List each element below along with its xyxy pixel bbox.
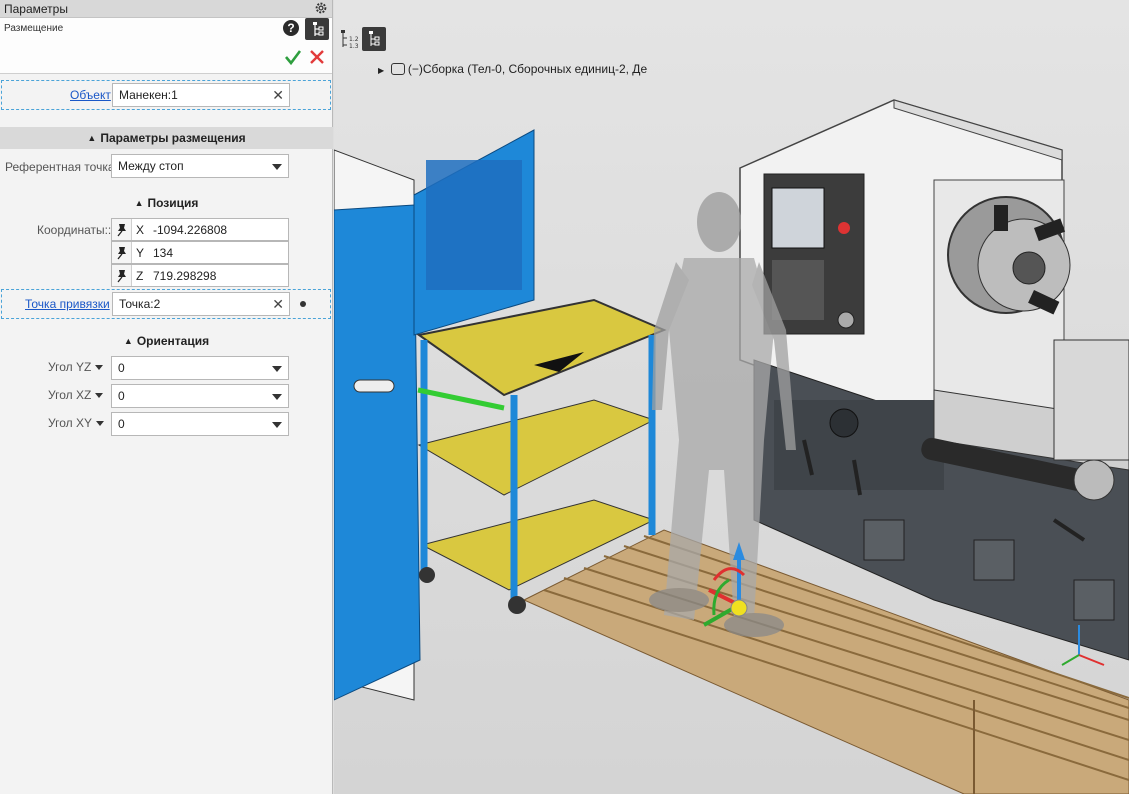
snap-point-dot-icon[interactable] — [300, 301, 306, 307]
angle-yz-select[interactable]: 0 — [111, 356, 289, 380]
snap-point-link[interactable]: Точка привязки — [25, 297, 110, 311]
cancel-cross-icon[interactable] — [308, 48, 326, 66]
axis-label: Y — [136, 246, 145, 260]
help-icon[interactable]: ? — [283, 20, 299, 36]
object-field-row: Объект Манекен:1 ✕ — [1, 80, 331, 110]
coordinate-value: -1094.226808 — [153, 223, 228, 237]
angle-xy-select[interactable]: 0 — [111, 412, 289, 436]
coordinate-x-field[interactable]: X -1094.226808 — [111, 218, 289, 241]
coordinate-value: 134 — [153, 246, 174, 260]
blue-cabinet — [334, 149, 421, 701]
parameters-panel: Параметры Размещение ? Объект Манекен:1 … — [0, 0, 333, 794]
object-input[interactable]: Манекен:1 ✕ — [112, 83, 290, 107]
object-link[interactable]: Объект — [70, 88, 111, 102]
snap-point-input[interactable]: Точка:2 ✕ — [112, 292, 290, 316]
angle-xz-select[interactable]: 0 — [111, 384, 289, 408]
command-title: Размещение — [4, 23, 64, 34]
axis-label: X — [136, 223, 145, 237]
collapse-caret-icon: ▲ — [134, 198, 144, 208]
coordinate-z-field[interactable]: Z 719.298298 — [111, 264, 289, 287]
tree-toggle-button[interactable] — [305, 18, 329, 40]
angle-yz-label[interactable]: Угол YZ — [48, 360, 104, 374]
snap-point-value: Точка:2 — [119, 297, 161, 311]
confirm-checkmark-icon[interactable] — [284, 48, 302, 66]
reference-point-select[interactable]: Между стоп — [111, 154, 289, 178]
coordinate-value: 719.298298 — [153, 269, 217, 283]
dropdown-arrow-icon — [272, 366, 282, 372]
dropdown-arrow-icon — [95, 393, 104, 398]
clear-object-icon[interactable]: ✕ — [272, 84, 284, 106]
object-value: Манекен:1 — [119, 88, 178, 102]
angle-xy-value: 0 — [118, 417, 125, 431]
panel-title: Параметры — [4, 2, 68, 16]
dropdown-arrow-icon — [272, 422, 282, 428]
collapse-caret-icon: ▲ — [123, 336, 133, 346]
lathe-machine — [739, 99, 1129, 661]
dropdown-arrow-icon — [95, 365, 104, 370]
snap-point-field-row: Точка привязки Точка:2 ✕ — [1, 289, 331, 319]
scene-illustration — [334, 99, 1129, 794]
pin-icon[interactable] — [112, 242, 132, 263]
coordinate-y-field[interactable]: Y 134 — [111, 241, 289, 264]
angle-xy-label[interactable]: Угол XY — [48, 416, 104, 430]
pin-icon[interactable] — [112, 265, 132, 286]
3d-viewport[interactable]: 1.2 1.3 ▶ (−)Сборка (Тел-0, Сборочных ед… — [334, 0, 1129, 794]
dropdown-arrow-icon — [272, 394, 282, 400]
angle-yz-value: 0 — [118, 361, 125, 375]
tree-icon — [313, 22, 324, 36]
pin-icon[interactable] — [112, 219, 132, 240]
reference-point-value: Между стоп — [118, 159, 184, 173]
workbench-trolley — [413, 129, 667, 614]
angle-xz-label[interactable]: Угол XZ — [48, 388, 104, 402]
collapse-caret-icon: ▲ — [87, 133, 97, 143]
clear-snap-point-icon[interactable]: ✕ — [272, 293, 284, 315]
orientation-section-header[interactable]: ▲ Ориентация — [0, 330, 333, 352]
placement-section-header[interactable]: ▲ Параметры размещения — [0, 127, 333, 149]
command-header: Размещение ? — [0, 18, 332, 74]
reference-point-label: Референтная точка: — [5, 160, 118, 174]
angle-xz-value: 0 — [118, 389, 125, 403]
axis-label: Z — [136, 269, 144, 283]
position-section-header[interactable]: ▲ Позиция — [0, 192, 333, 214]
panel-header: Параметры — [0, 0, 332, 18]
coordinates-label: Координаты:: — [37, 223, 112, 237]
dropdown-arrow-icon — [95, 421, 104, 426]
gear-icon[interactable] — [314, 1, 328, 15]
dropdown-arrow-icon — [272, 164, 282, 170]
